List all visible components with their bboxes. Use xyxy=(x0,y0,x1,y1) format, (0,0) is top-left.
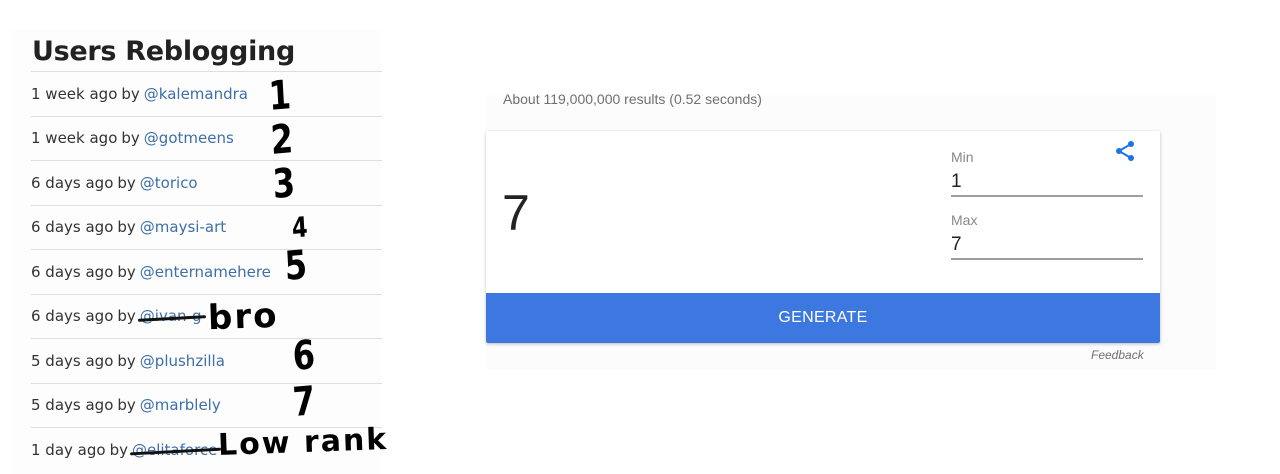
reblog-row: 6 days ago by @maysi-art xyxy=(31,204,382,250)
max-label: Max xyxy=(951,212,978,228)
reblogger-link[interactable]: @plushzilla xyxy=(140,352,225,370)
max-input[interactable] xyxy=(951,232,1143,260)
min-label: Min xyxy=(951,149,974,165)
reblogger-link[interactable]: @gotmeens xyxy=(144,129,234,147)
handwritten-annotation: 2 xyxy=(269,116,295,164)
feedback-link[interactable]: Feedback xyxy=(1091,348,1144,362)
reblog-row: 6 days ago by @enternamehere xyxy=(31,249,382,294)
reblog-time: 6 days ago xyxy=(31,218,114,237)
result-stats: About 119,000,000 results (0.52 seconds) xyxy=(503,91,762,107)
by-word: by xyxy=(117,262,136,281)
handwritten-annotation: 6 xyxy=(291,332,317,380)
generated-number: 7 xyxy=(502,185,530,241)
random-number-generator-card: 7 Min Max GENERATE xyxy=(486,131,1160,343)
reblog-time: 5 days ago xyxy=(31,396,114,415)
reblog-list: 1 week ago by @kalemandra 1 week ago by … xyxy=(31,71,382,472)
reblogger-link-struck[interactable]: @elitaforce xyxy=(132,441,217,459)
reblogger-link-struck[interactable]: @ivan-g xyxy=(140,307,202,325)
reblog-time: 5 days ago xyxy=(31,351,114,370)
by-word: by xyxy=(117,173,136,192)
reblog-time: 6 days ago xyxy=(31,262,114,281)
reblog-row: 5 days ago by @marblely xyxy=(31,382,382,428)
reblog-row: 1 week ago by @kalemandra xyxy=(31,71,382,116)
handwritten-annotation: 5 xyxy=(283,242,309,290)
reblog-time: 1 week ago xyxy=(31,84,118,103)
generate-button[interactable]: GENERATE xyxy=(486,293,1160,343)
handwritten-annotation: 7 xyxy=(291,378,317,426)
by-word: by xyxy=(117,218,136,237)
reblog-row: 1 week ago by @gotmeens xyxy=(31,115,382,161)
handwritten-annotation: bro xyxy=(207,295,280,339)
reblog-time: 6 days ago xyxy=(31,173,114,192)
reblogger-link[interactable]: @marblely xyxy=(140,396,221,414)
reblogger-link[interactable]: @enternamehere xyxy=(140,263,271,281)
handwritten-annotation: 1 xyxy=(267,72,293,120)
reblog-panel: Users Reblogging 1 week ago by @kalemand… xyxy=(10,30,382,474)
reblog-time: 1 day ago xyxy=(31,440,106,459)
by-word: by xyxy=(117,307,136,326)
handwritten-annotation: 4 xyxy=(291,210,309,245)
reblog-row: 5 days ago by @plushzilla xyxy=(31,338,382,383)
by-word: by xyxy=(117,351,136,370)
reblog-time: 1 week ago xyxy=(31,129,118,148)
share-icon[interactable] xyxy=(1113,139,1137,163)
reblogger-link[interactable]: @kalemandra xyxy=(144,85,248,103)
by-word: by xyxy=(121,84,140,103)
handwritten-annotation: 3 xyxy=(271,160,297,208)
by-word: by xyxy=(109,440,128,459)
reblog-row: 6 days ago by @torico xyxy=(31,160,382,205)
by-word: by xyxy=(121,129,140,148)
reblogger-link[interactable]: @torico xyxy=(140,174,198,192)
reblogger-link[interactable]: @maysi-art xyxy=(140,218,226,236)
reblog-time: 6 days ago xyxy=(31,307,114,326)
handwritten-annotation: Low rank xyxy=(217,422,389,463)
by-word: by xyxy=(117,396,136,415)
reblog-title: Users Reblogging xyxy=(32,36,295,67)
min-input[interactable] xyxy=(951,169,1143,197)
